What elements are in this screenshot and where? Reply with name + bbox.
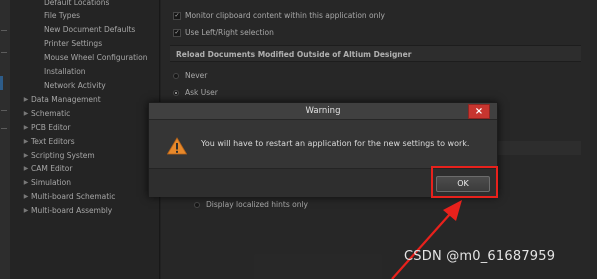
tree-item-label: Text Editors bbox=[31, 137, 75, 146]
expand-arrow-icon[interactable]: ▶ bbox=[22, 191, 30, 203]
tree-item-label: Data Management bbox=[31, 95, 101, 104]
tree-item-default-locations[interactable]: Default Locations bbox=[44, 0, 109, 9]
leftright-label: Use Left/Right selection bbox=[185, 28, 274, 37]
tree-item-pcb-editor[interactable]: ▶ PCB Editor bbox=[24, 122, 71, 134]
warning-triangle-icon bbox=[167, 137, 187, 155]
clipboard-checkbox[interactable]: ✓ bbox=[173, 12, 181, 20]
tree-item-file-types[interactable]: File Types bbox=[44, 10, 80, 22]
tree-item-new-document-defaults[interactable]: New Document Defaults bbox=[44, 24, 135, 36]
strip-selection bbox=[0, 76, 3, 90]
expand-arrow-icon[interactable]: ▶ bbox=[22, 108, 30, 120]
tree-item-installation[interactable]: Installation bbox=[44, 66, 86, 78]
radio-never-label: Never bbox=[185, 71, 208, 80]
expand-arrow-icon[interactable]: ▶ bbox=[22, 136, 30, 148]
tree-item-label: CAM Editor bbox=[31, 164, 73, 173]
tree-item-label: Scripting System bbox=[31, 151, 95, 160]
hints-radio[interactable] bbox=[194, 202, 200, 208]
expand-arrow-icon[interactable]: ▶ bbox=[22, 122, 30, 134]
expand-arrow-icon[interactable]: ▶ bbox=[22, 177, 30, 189]
tree-item-simulation[interactable]: ▶ Simulation bbox=[24, 177, 71, 189]
tree-item-scripting-system[interactable]: ▶ Scripting System bbox=[24, 150, 95, 162]
hints-option[interactable]: Display localized hints only bbox=[194, 199, 308, 211]
radio-never[interactable] bbox=[173, 73, 179, 79]
section-header-partial bbox=[492, 141, 581, 155]
clipboard-label: Monitor clipboard content within this ap… bbox=[185, 11, 385, 20]
tree-item-network-activity[interactable]: Network Activity bbox=[44, 80, 106, 92]
strip-marker bbox=[1, 30, 7, 31]
preferences-tree: Default Locations File Types New Documen… bbox=[10, 0, 160, 279]
strip-marker bbox=[1, 128, 7, 129]
tree-item-label: Simulation bbox=[31, 178, 71, 187]
tree-item-data-management[interactable]: ▶ Data Management bbox=[24, 94, 101, 106]
radio-never-option[interactable]: Never bbox=[173, 70, 208, 82]
close-icon: × bbox=[474, 106, 484, 117]
tree-item-label: Multi-board Schematic bbox=[31, 192, 116, 201]
expand-arrow-icon[interactable]: ▶ bbox=[22, 205, 30, 217]
radio-ask-user-label: Ask User bbox=[185, 88, 218, 97]
radio-ask-user[interactable] bbox=[173, 90, 179, 96]
tree-item-multi-board-schematic[interactable]: ▶ Multi-board Schematic bbox=[24, 191, 116, 203]
expand-arrow-icon[interactable]: ▶ bbox=[22, 94, 30, 106]
strip-marker bbox=[1, 52, 7, 53]
expand-arrow-icon[interactable]: ▶ bbox=[22, 150, 30, 162]
close-button[interactable]: × bbox=[468, 104, 490, 119]
tree-item-multi-board-assembly[interactable]: ▶ Multi-board Assembly bbox=[24, 205, 113, 217]
tree-item-cam-editor[interactable]: ▶ CAM Editor bbox=[24, 163, 73, 175]
hints-label: Display localized hints only bbox=[206, 200, 308, 209]
tree-item-text-editors[interactable]: ▶ Text Editors bbox=[24, 136, 75, 148]
expand-arrow-icon[interactable]: ▶ bbox=[22, 163, 30, 175]
clipboard-option[interactable]: ✓ Monitor clipboard content within this … bbox=[173, 10, 385, 22]
tree-item-schematic[interactable]: ▶ Schematic bbox=[24, 108, 71, 120]
leftright-checkbox[interactable]: ✓ bbox=[173, 29, 181, 37]
tree-item-label: Multi-board Assembly bbox=[31, 206, 113, 215]
left-panel-strip bbox=[0, 0, 10, 279]
reload-section-header: Reload Documents Modified Outside of Alt… bbox=[170, 45, 581, 62]
dialog-title: Warning bbox=[305, 106, 341, 116]
dialog-titlebar[interactable]: Warning × bbox=[149, 103, 497, 120]
leftright-option[interactable]: ✓ Use Left/Right selection bbox=[173, 27, 274, 39]
tree-item-label: Schematic bbox=[31, 109, 71, 118]
tree-item-label: PCB Editor bbox=[31, 123, 71, 132]
radio-ask-user-option[interactable]: Ask User bbox=[173, 87, 218, 99]
strip-marker bbox=[1, 110, 7, 111]
watermark: CSDN @m0_61687959 bbox=[404, 249, 556, 264]
dialog-message: You will have to restart an application … bbox=[201, 139, 470, 148]
tree-item-mouse-wheel-configuration[interactable]: Mouse Wheel Configuration bbox=[44, 52, 147, 64]
ok-highlight-box bbox=[431, 166, 498, 198]
tree-item-printer-settings[interactable]: Printer Settings bbox=[44, 38, 102, 50]
